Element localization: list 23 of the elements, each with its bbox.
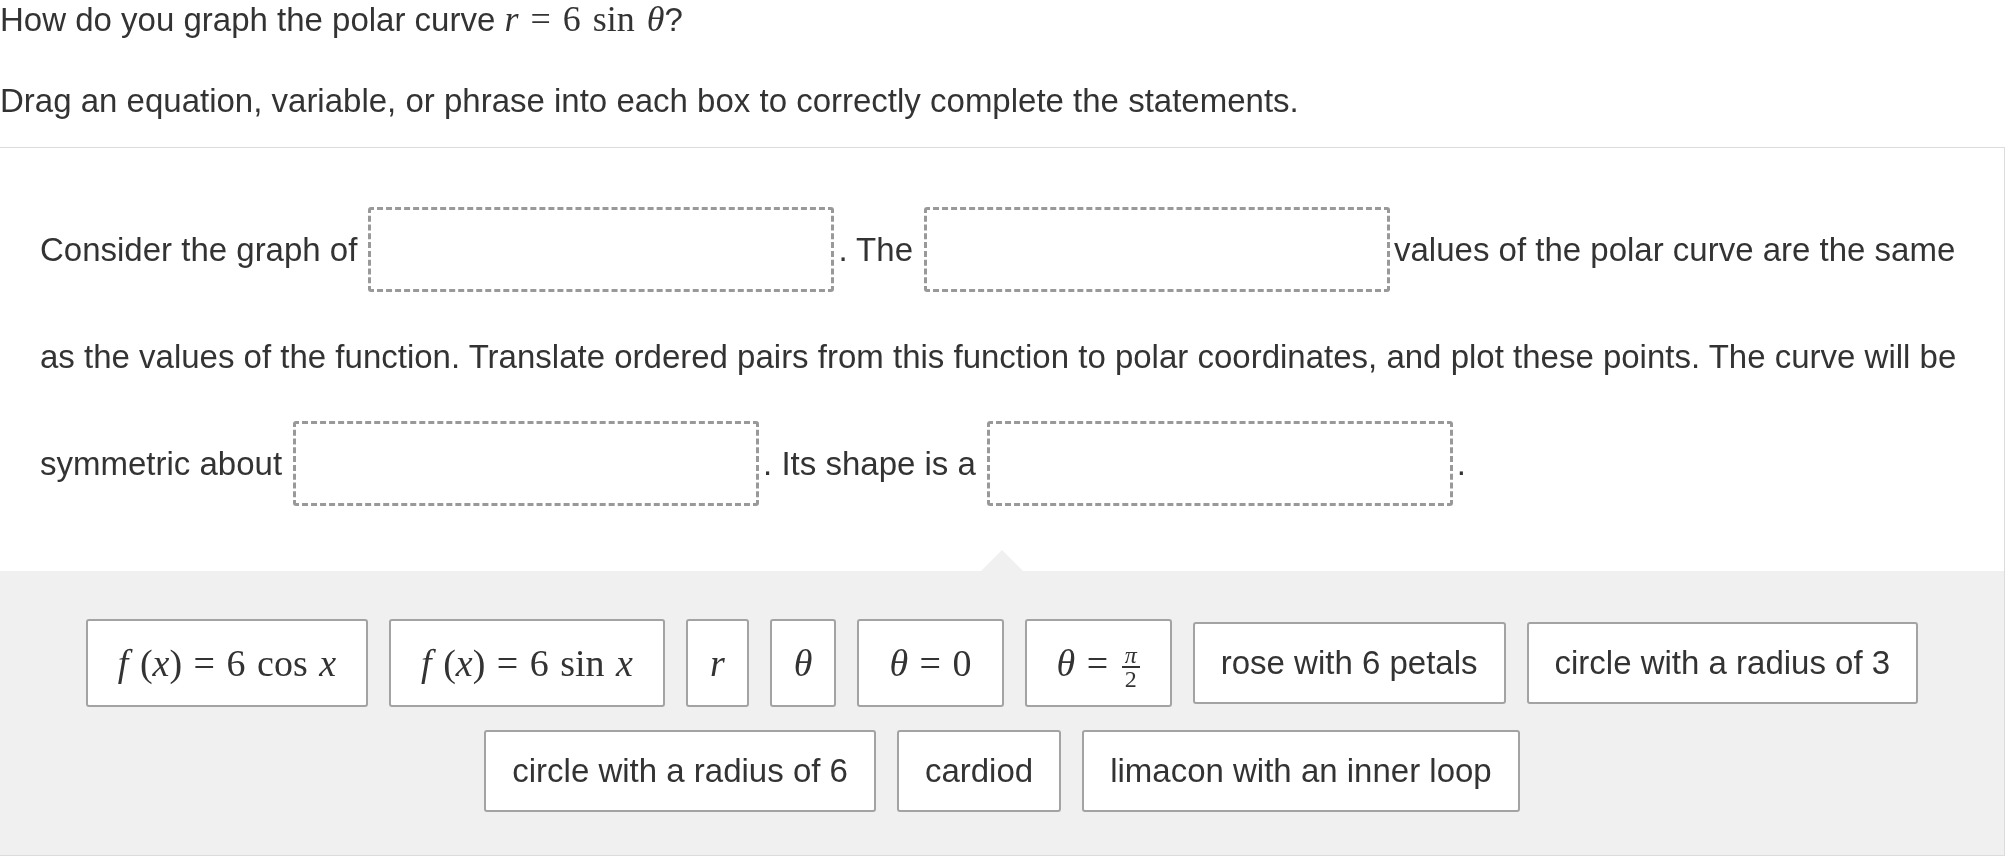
answer-box[interactable] (924, 207, 1390, 292)
question-text: How do you graph the polar curve r = 6 sin θ? (0, 0, 684, 39)
statement-text: . The (838, 230, 913, 269)
statement-text: symmetric about (40, 444, 283, 483)
instruction-text: Drag an equation, variable, or phrase into each box to correctly complete the statements. (0, 82, 1300, 120)
answer-choice[interactable]: circle with a radius of 6 (484, 730, 876, 812)
answer-choice[interactable]: limacon with an inner loop (1082, 730, 1520, 812)
statement-text: . Its shape is a (763, 444, 976, 483)
statement-text: as the values of the function. Translate ordered pairs from this function to polar coordinates, and plot these points. The curve will be (40, 337, 1957, 376)
statement-text: values of the polar curve are the same (1394, 230, 1956, 269)
answer-choice[interactable]: cardiod (896, 730, 1062, 812)
answer-choice[interactable]: circle with a radius of 3 (1526, 622, 1919, 704)
answer-choice[interactable]: r (685, 619, 749, 707)
statement-text: Consider the graph of (40, 230, 358, 269)
statement-text: . (1456, 444, 1467, 483)
answer-box[interactable] (293, 421, 760, 506)
answer-box[interactable] (368, 207, 835, 292)
answer-choice[interactable]: f (x) = 6 cos x (85, 619, 369, 707)
answer-choice[interactable]: θ (769, 619, 837, 707)
answer-choice[interactable]: θ = 0 (857, 619, 1004, 707)
answer-box[interactable] (986, 421, 1453, 506)
answer-choice[interactable]: f (x) = 6 sin x (389, 619, 665, 707)
answer-choice[interactable]: rose with 6 petals (1192, 622, 1506, 704)
